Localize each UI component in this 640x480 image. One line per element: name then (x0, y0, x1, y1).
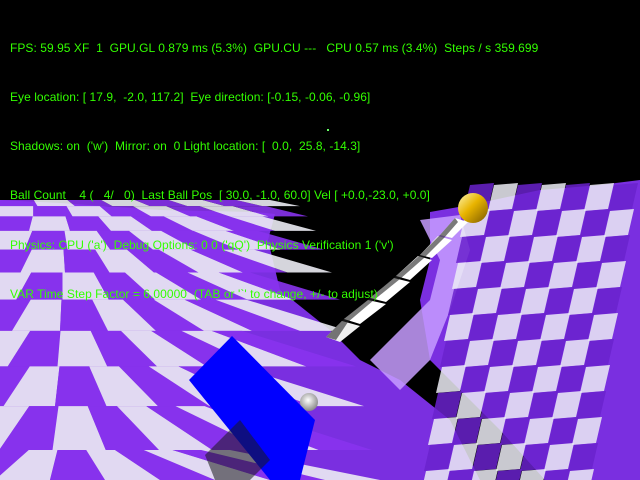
hud-line-fps: FPS: 59.95 XF 1 GPU.GL 0.879 ms (5.3%) G… (10, 40, 539, 55)
hud-line-balls: Ball Count 4 ( 4/ 0) Last Ball Pos [ 30.… (10, 188, 430, 203)
hud-line-timestep: VAR Time Step Factor = 6.00000 (TAB or '… (10, 286, 378, 301)
hud-line-physics: Physics: CPU ('a') Debug Options: 0 0 ('… (10, 237, 394, 252)
hud-overlay: FPS: 59.95 XF 1 GPU.GL 0.879 ms (5.3%) G… (10, 7, 538, 335)
hud-line-shadows: Shadows: on ('w') Mirror: on 0 Light loc… (10, 139, 361, 154)
game-viewport[interactable]: FPS: 59.95 XF 1 GPU.GL 0.879 ms (5.3%) G… (0, 0, 640, 480)
hud-line-eye: Eye location: [ 17.9, -2.0, 117.2] Eye d… (10, 90, 371, 105)
